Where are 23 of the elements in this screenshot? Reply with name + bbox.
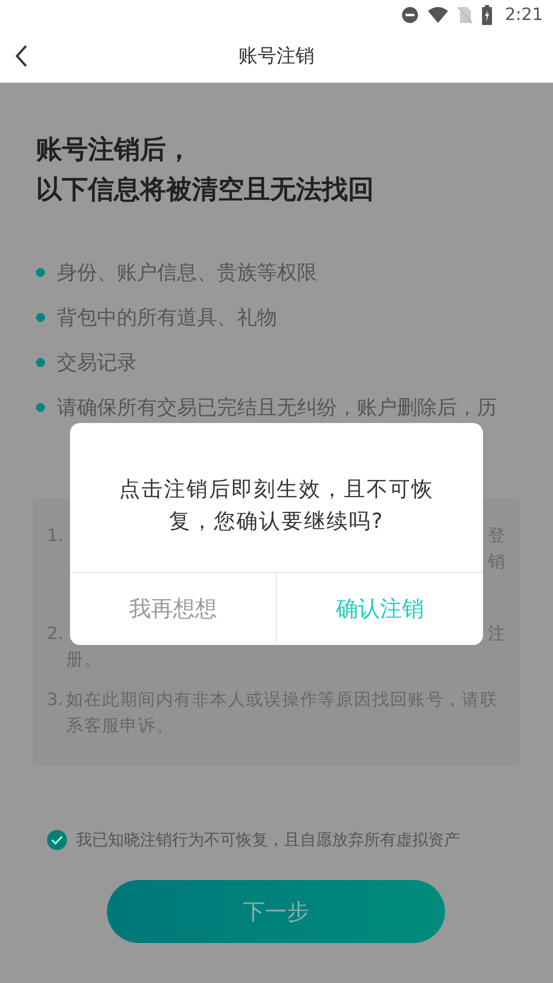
battery-icon xyxy=(480,5,493,25)
bullet-icon xyxy=(36,403,45,412)
check-icon xyxy=(51,835,63,845)
bullet-icon xyxy=(36,268,45,277)
page-title: 账号注销 xyxy=(238,44,314,69)
back-icon[interactable] xyxy=(14,44,28,68)
list-item-text: 请确保所有交易已完结且无纠纷，账户删除后，历 xyxy=(57,394,498,421)
wifi-icon xyxy=(426,6,449,24)
next-button[interactable]: 下一步 xyxy=(107,880,445,943)
heading-line: 账号注销后， xyxy=(35,134,193,167)
agreement-checkbox[interactable] xyxy=(47,830,67,850)
bullet-icon xyxy=(36,313,45,322)
bullet-icon xyxy=(36,358,45,367)
list-item-text: 背包中的所有道具、礼物 xyxy=(57,304,278,331)
no-sim-icon xyxy=(456,6,473,24)
list-item-text: 身份、账户信息、贵族等权限 xyxy=(57,259,318,286)
dialog-message: 点击注销后即刻生效，且不可恢复，您确认要继续吗? xyxy=(118,476,435,535)
status-time: 2:21 xyxy=(504,5,543,25)
heading-line: 以下信息将被清空且无法找回 xyxy=(35,174,375,207)
cancel-button[interactable]: 我再想想 xyxy=(70,573,277,645)
list-item-text: 交易记录 xyxy=(57,349,138,376)
do-not-disturb-icon xyxy=(400,6,419,24)
agreement-text: 我已知晓注销行为不可恢复，且自愿放弃所有虚拟资产 xyxy=(76,830,460,850)
